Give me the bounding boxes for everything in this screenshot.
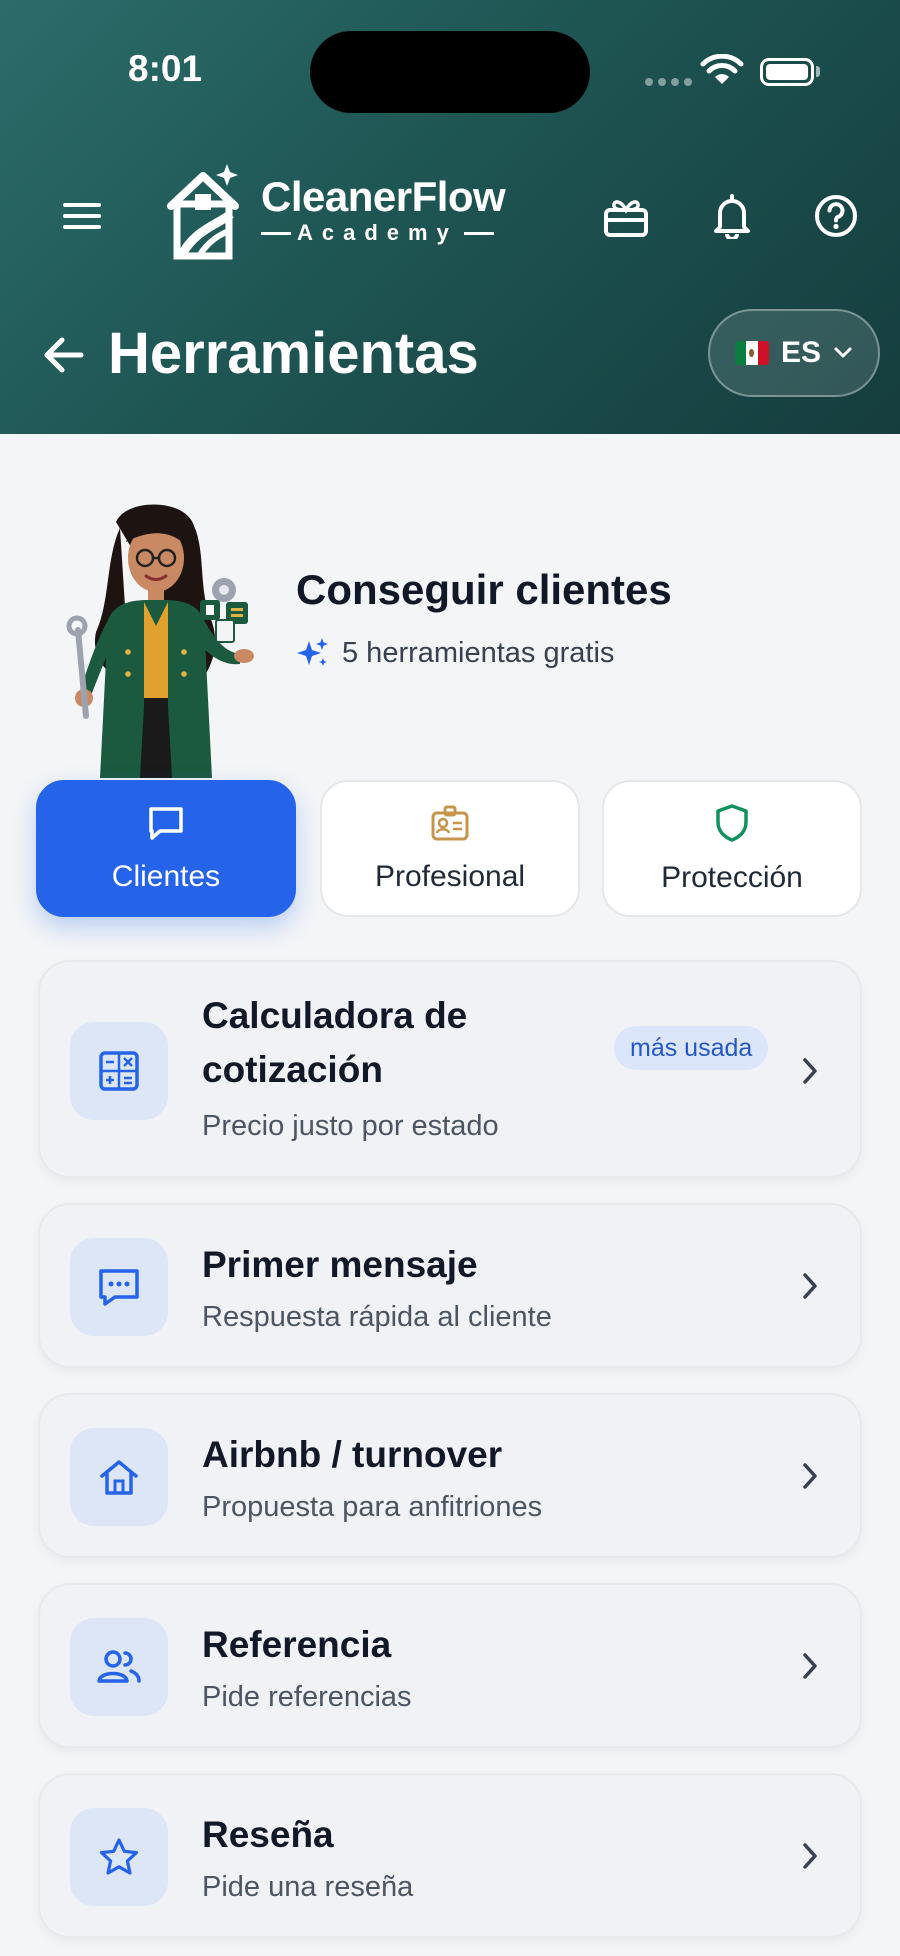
tool-card-referencia[interactable]: Referencia Pide referencias — [38, 1583, 862, 1748]
home-icon — [100, 1460, 138, 1495]
arrow-left-icon — [44, 337, 84, 373]
wifi-icon — [700, 54, 744, 84]
chevron-right-icon — [803, 1463, 817, 1489]
tool-description: Pide una reseña — [202, 1871, 414, 1903]
tab-clientes[interactable]: Clientes — [36, 780, 296, 917]
tool-card-calculadora[interactable]: Calculadora de cotización Precio justo p… — [38, 960, 862, 1178]
hero-title: Conseguir clientes — [296, 566, 672, 613]
hero-subtitle-row: 5 herramientas gratis — [296, 636, 614, 670]
tab-label: Clientes — [111, 859, 221, 893]
tool-card-primer-mensaje[interactable]: Primer mensaje Respuesta rápida al clien… — [38, 1203, 862, 1368]
tool-description: Precio justo por estado — [202, 1110, 499, 1142]
menu-button[interactable] — [56, 190, 108, 242]
tab-profesional[interactable]: Profesional — [320, 780, 580, 917]
tool-title: Primer mensaje — [202, 1244, 478, 1285]
tool-title: Airbnb / turnover — [202, 1434, 503, 1475]
calculator-icon — [99, 1051, 139, 1091]
battery-icon — [760, 58, 814, 86]
help-button[interactable] — [810, 190, 862, 242]
star-icon — [99, 1838, 139, 1875]
free-tools-count: 5 herramientas gratis — [342, 636, 615, 669]
cellular-signal-icon — [645, 78, 692, 86]
tool-title: Reseña — [202, 1814, 334, 1855]
id-badge-icon — [431, 805, 469, 840]
tool-title-line2: cotización — [202, 1049, 383, 1090]
users-icon — [97, 1650, 141, 1683]
tool-title: Referencia — [202, 1624, 392, 1665]
notifications-button[interactable] — [706, 190, 758, 242]
tab-proteccion[interactable]: Protección — [602, 780, 862, 917]
mexico-flag-icon — [734, 341, 769, 365]
sparkles-icon — [297, 638, 328, 666]
most-used-badge: más usada — [614, 1026, 769, 1070]
tab-label: Protección — [661, 860, 803, 894]
status-time: 8:01 — [128, 48, 203, 89]
tab-label: Profesional — [374, 859, 526, 893]
tool-description: Propuesta para anfitriones — [202, 1491, 543, 1523]
logo-name: CleanerFlow — [261, 173, 506, 220]
chat-icon — [149, 806, 183, 840]
language-code: ES — [780, 336, 822, 369]
rewards-button[interactable] — [600, 190, 652, 242]
chevron-right-icon — [803, 1843, 817, 1869]
message-icon — [99, 1269, 139, 1306]
hamburger-menu-icon — [63, 203, 101, 229]
help-circle-icon — [815, 195, 857, 237]
bell-icon — [714, 194, 750, 239]
tool-title-line1: Calculadora de — [202, 995, 468, 1036]
tool-description: Respuesta rápida al cliente — [202, 1301, 552, 1333]
chevron-right-icon — [803, 1273, 817, 1299]
tool-card-resena[interactable]: Reseña Pide una reseña — [38, 1773, 862, 1938]
tool-card-airbnb[interactable]: Airbnb / turnover Propuesta para anfitri… — [38, 1393, 862, 1558]
chevron-right-icon — [803, 1058, 817, 1084]
cleanerflow-logo: CleanerFlow Academy — [165, 160, 506, 260]
house-road-logo-icon — [167, 164, 239, 260]
gift-icon — [604, 200, 648, 237]
page-title: Herramientas — [108, 321, 479, 386]
tool-description: Pide referencias — [202, 1681, 412, 1713]
app-header: 8:01 CleanerFlow Academy Herramientas ES — [0, 0, 900, 434]
mascot-illustration — [66, 504, 254, 778]
chevron-right-icon — [803, 1653, 817, 1679]
chevron-down-icon — [834, 347, 852, 358]
language-selector[interactable]: ES — [708, 309, 880, 397]
logo-subtitle: Academy — [297, 220, 458, 245]
shield-icon — [716, 803, 748, 842]
dynamic-island — [310, 31, 590, 113]
back-button[interactable] — [40, 333, 88, 377]
